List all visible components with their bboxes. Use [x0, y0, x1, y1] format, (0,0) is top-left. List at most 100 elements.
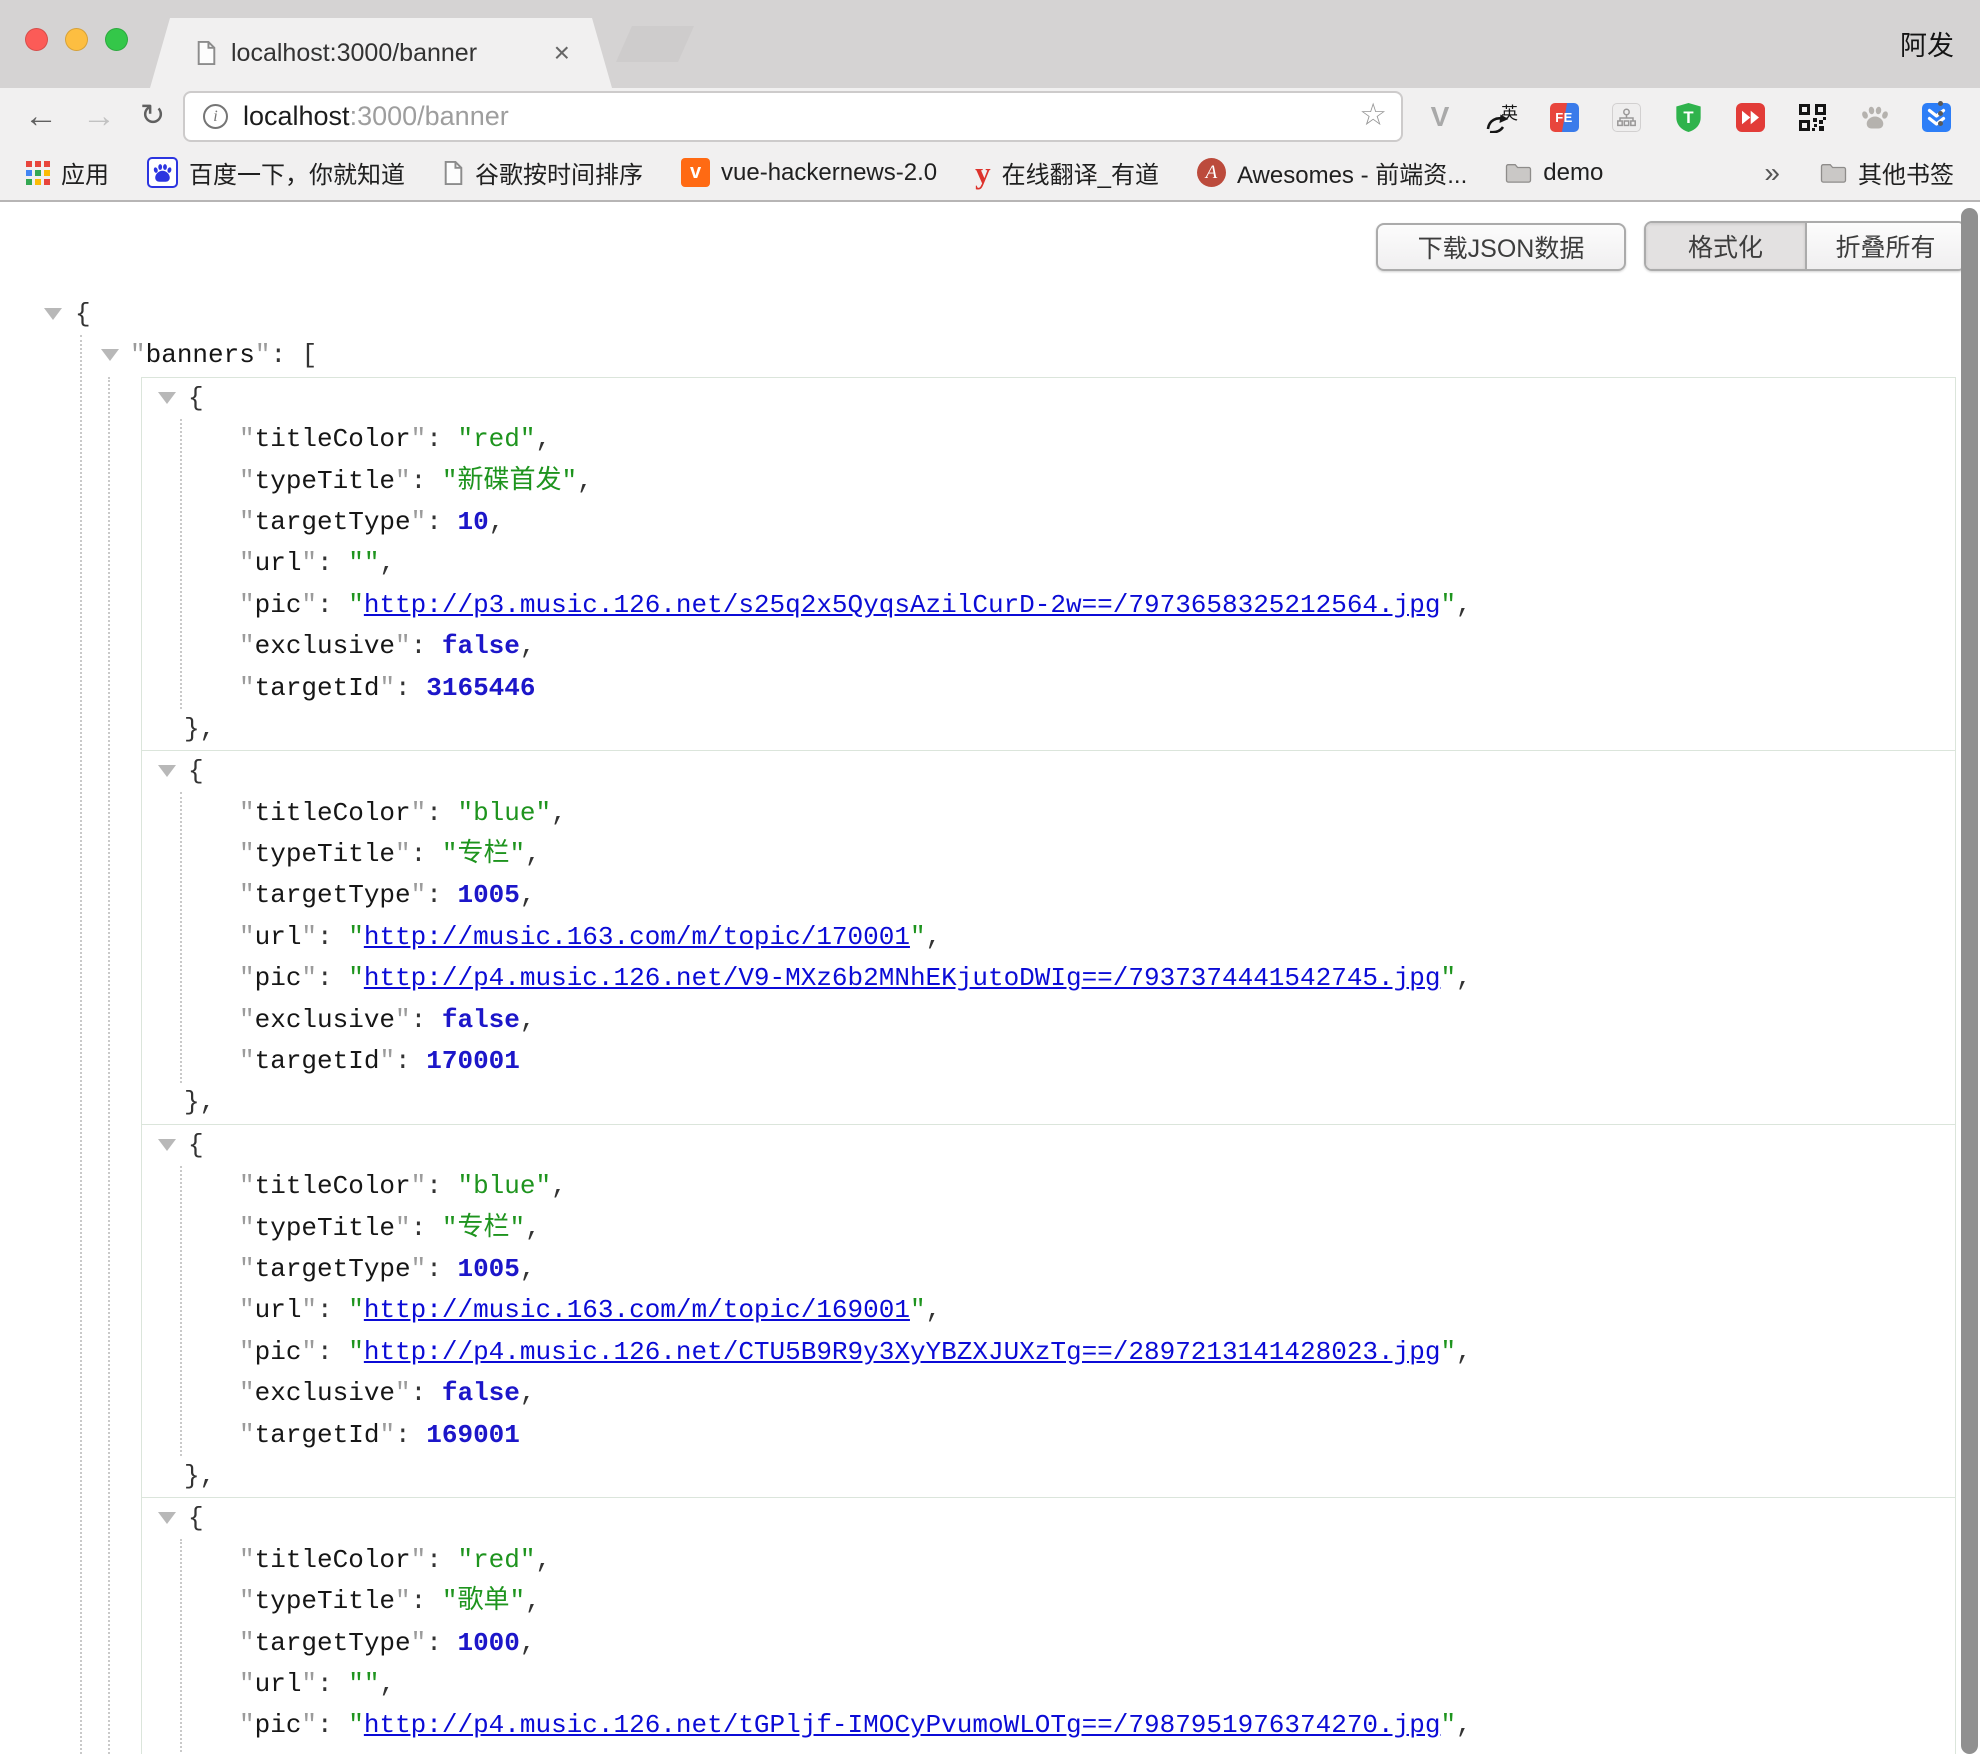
json-quote: " — [239, 673, 255, 703]
collapse-triangle-icon[interactable] — [158, 1512, 176, 1524]
site-info-icon[interactable]: i — [203, 104, 228, 129]
json-quote: " — [411, 424, 427, 454]
bookmark-item[interactable]: 应用 — [26, 155, 109, 190]
json-quote: " — [239, 798, 255, 828]
translate-en-icon[interactable]: 英 — [1486, 100, 1518, 134]
json-punct: : — [411, 1586, 442, 1616]
json-punct: : — [426, 1628, 457, 1658]
bookmark-item[interactable]: 谷歌按时间排序 — [443, 155, 643, 190]
json-value-number: false — [442, 631, 520, 661]
close-tab-icon[interactable]: × — [554, 39, 570, 67]
collapse-triangle-icon[interactable] — [158, 765, 176, 777]
scrollbar-thumb[interactable] — [1961, 208, 1978, 1754]
json-key: targetType — [255, 1628, 411, 1658]
json-brace: }, — [184, 1087, 215, 1117]
json-key: targetId — [255, 673, 380, 703]
json-key: pic — [255, 963, 302, 993]
bookmark-item[interactable]: AAwesomes - 前端资... — [1197, 155, 1467, 190]
vue-gray-v-icon[interactable]: V — [1424, 100, 1456, 134]
close-window-button[interactable] — [25, 28, 48, 51]
json-value-string: "red" — [457, 424, 535, 454]
json-brace: { — [188, 756, 204, 786]
page-content: 下载JSON数据 格式化 折叠所有 {"banners": [{"titleCo… — [0, 204, 1980, 1754]
json-quote: " — [239, 839, 255, 869]
json-property-line: "titleColor": "blue", — [142, 793, 1955, 834]
paw-print-icon[interactable] — [1858, 100, 1890, 134]
bookmarks-overflow-chevron-icon[interactable]: » — [1764, 157, 1780, 189]
json-link[interactable]: http://music.163.com/m/topic/170001 — [364, 922, 910, 952]
json-object-close-line: }, — [142, 1082, 1955, 1123]
json-link[interactable]: http://p4.music.126.net/tGPljf-IMOCyPvum… — [364, 1710, 1441, 1740]
collapse-triangle-icon[interactable] — [101, 349, 119, 361]
collapse-triangle-icon[interactable] — [158, 392, 176, 404]
json-punct: : — [317, 963, 348, 993]
json-punct: : — [395, 1046, 426, 1076]
json-key: typeTitle — [255, 1586, 395, 1616]
json-property-line: "pic": "http://p4.music.126.net/V9-MXz6b… — [142, 958, 1955, 999]
bookmark-item[interactable]: y在线翻译_有道 — [975, 155, 1159, 190]
zoom-window-button[interactable] — [105, 28, 128, 51]
json-quote: " — [395, 466, 411, 496]
json-key: typeTitle — [255, 1213, 395, 1243]
bookmark-item[interactable]: vvue-hackernews-2.0 — [681, 158, 937, 187]
json-value-number: 1000 — [457, 1628, 519, 1658]
bookmark-label: demo — [1543, 159, 1603, 187]
new-tab-button[interactable] — [616, 26, 694, 62]
json-object-open-line: { — [142, 1125, 1955, 1166]
json-link[interactable]: http://music.163.com/m/topic/169001 — [364, 1295, 910, 1325]
json-property-line: "exclusive": false, — [142, 626, 1955, 667]
address-bar[interactable]: i localhost:3000/banner ☆ — [183, 91, 1403, 142]
bookmark-label: 谷歌按时间排序 — [475, 155, 643, 190]
url-path: :3000/banner — [350, 101, 509, 131]
reload-icon[interactable]: ↻ — [140, 94, 165, 138]
json-punct: : — [411, 1378, 442, 1408]
bookmark-star-icon[interactable]: ☆ — [1359, 97, 1387, 133]
forward-icon[interactable]: → — [82, 94, 116, 138]
json-array-box: {"titleColor": "red","typeTitle": "新碟首发"… — [141, 377, 1956, 1754]
green-shield-icon[interactable]: T — [1672, 100, 1704, 134]
json-quote: " — [239, 466, 255, 496]
json-punct: , — [525, 1213, 541, 1243]
json-key: exclusive — [255, 631, 395, 661]
json-quote: " — [239, 922, 255, 952]
json-punct: , — [520, 1005, 536, 1035]
json-quote: " — [239, 1669, 255, 1699]
json-quote: " — [239, 1710, 255, 1740]
json-link[interactable]: http://p4.music.126.net/CTU5B9R9y3XyYBZX… — [364, 1337, 1441, 1367]
svg-text:T: T — [1683, 107, 1694, 126]
json-punct: : — [426, 424, 457, 454]
json-object-open-line: { — [142, 378, 1955, 419]
json-property-line: "pic": "http://p4.music.126.net/tGPljf-I… — [142, 1705, 1955, 1746]
qr-code-icon[interactable] — [1796, 100, 1828, 134]
indent-guide — [80, 335, 82, 1754]
json-key: pic — [255, 590, 302, 620]
minimize-window-button[interactable] — [65, 28, 88, 51]
blue-download-icon[interactable] — [1920, 100, 1952, 134]
json-quote: " — [239, 963, 255, 993]
json-property-line: "targetId": 169001 — [142, 1415, 1955, 1456]
bookmark-item[interactable]: 百度一下，你就知道 — [147, 155, 405, 190]
json-key: typeTitle — [255, 466, 395, 496]
json-quote: " — [379, 673, 395, 703]
json-link[interactable]: http://p3.music.126.net/s25q2x5QyqsAzilC… — [364, 590, 1441, 620]
back-icon[interactable]: ← — [24, 94, 58, 138]
json-quote: " — [395, 1586, 411, 1616]
bookmark-other-bookmarks[interactable]: 其他书签 — [1820, 155, 1954, 190]
fe-helper-icon[interactable]: FE — [1548, 100, 1580, 134]
browser-tab[interactable]: localhost:3000/banner × — [150, 18, 612, 88]
json-property-line: "exclusive": false, — [142, 1000, 1955, 1041]
bookmark-item[interactable]: demo — [1505, 159, 1603, 187]
collapse-triangle-icon[interactable] — [158, 1139, 176, 1151]
json-quote: " — [1440, 963, 1456, 993]
browser-menu-icon[interactable] — [1938, 101, 1943, 126]
json-key: targetId — [255, 1420, 380, 1450]
collapse-triangle-icon[interactable] — [44, 308, 62, 320]
json-quote: " — [411, 1171, 427, 1201]
red-play-icon[interactable] — [1734, 100, 1766, 134]
bookmarks-left: 应用 百度一下，你就知道 谷歌按时间排序 vvue-hackernews-2.0 y在线… — [26, 155, 1641, 190]
json-value-string: "专栏" — [442, 1213, 525, 1243]
json-quote: " — [348, 590, 364, 620]
json-value-number: false — [442, 1378, 520, 1408]
gray-sitemap-icon[interactable] — [1610, 100, 1642, 134]
json-link[interactable]: http://p4.music.126.net/V9-MXz6b2MNhEKju… — [364, 963, 1441, 993]
